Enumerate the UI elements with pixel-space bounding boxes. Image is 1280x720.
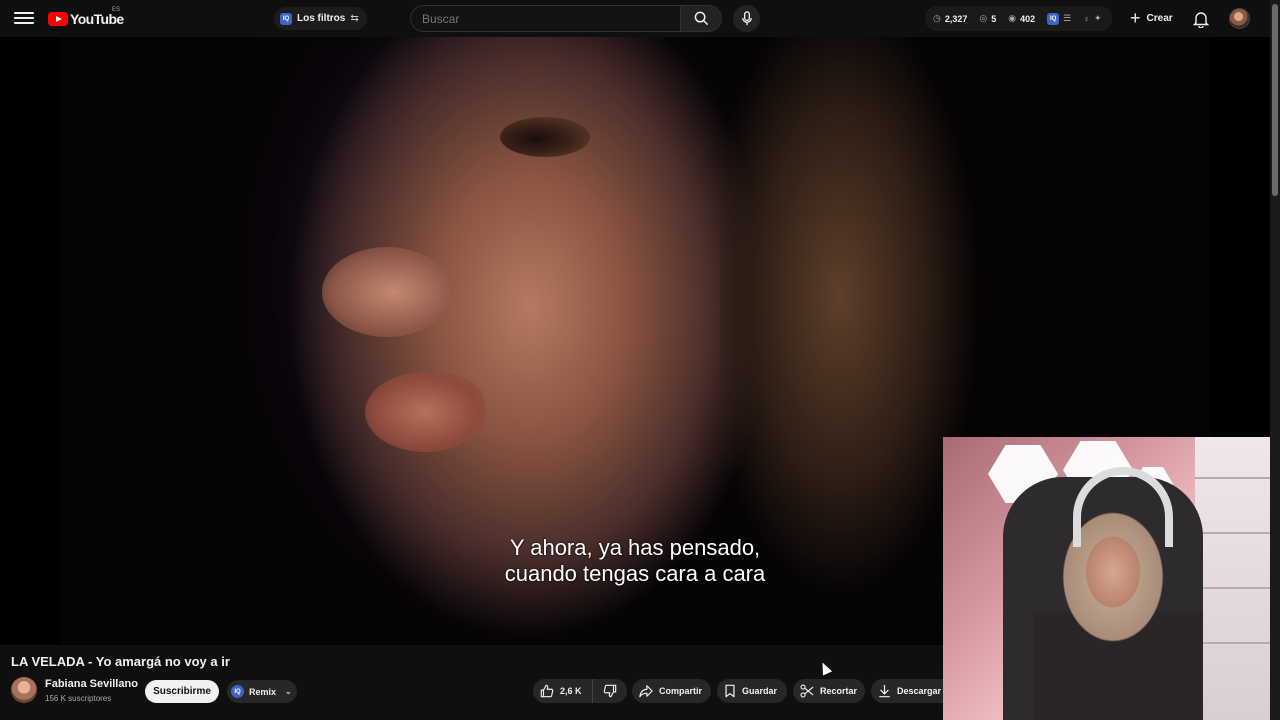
frame-nose (322, 247, 452, 337)
share-button[interactable]: Compartir (632, 679, 711, 703)
frame-eye (500, 117, 590, 157)
bookmark-icon (725, 684, 735, 698)
plus-icon: + (1130, 7, 1141, 28)
filters-label: Los filtros (297, 13, 346, 24)
iq-ext-icon[interactable]: IQ (1047, 12, 1060, 25)
scrollbar-thumb[interactable] (1272, 4, 1278, 196)
download-label: Descargar (897, 686, 942, 696)
frame-lips (365, 372, 485, 452)
download-icon (879, 684, 890, 698)
share-icon (639, 685, 653, 698)
country-code: ES (112, 7, 121, 13)
search-button[interactable] (680, 5, 722, 32)
remix-button[interactable]: IQ Remix ⌄ (227, 680, 297, 703)
remix-label: Remix (249, 686, 277, 697)
thumb-down-icon (603, 684, 617, 698)
tune-icon: ⇆ (350, 13, 359, 24)
create-button[interactable]: + Crear (1122, 6, 1181, 31)
views-icon: ◎ (979, 13, 988, 23)
chevron-down-icon[interactable]: ⌄ (285, 687, 292, 696)
stat-eye: 402 (1020, 13, 1036, 24)
bell-icon (1193, 11, 1209, 28)
clip-label: Recortar (820, 686, 858, 696)
sparkle-icon[interactable]: ✦ (1094, 13, 1102, 24)
webcam-shelf (1195, 437, 1280, 720)
search-input[interactable] (410, 5, 681, 32)
save-button[interactable]: Guardar (717, 679, 787, 703)
mouse-cursor (817, 660, 833, 676)
menu-icon[interactable] (14, 9, 34, 29)
voice-search-button[interactable] (733, 5, 760, 32)
stat-views: 5 (991, 13, 997, 24)
mic-icon (741, 11, 752, 26)
notifications-button[interactable] (1190, 8, 1212, 30)
top-bar: YouTube ES IQ Los filtros ⇆ ◷ 2,327 ◎ 5 … (0, 0, 1270, 37)
subscriber-count: 156 K suscriptores (45, 694, 112, 703)
create-label: Crear (1146, 13, 1173, 24)
account-avatar[interactable] (1229, 8, 1250, 29)
channel-avatar[interactable] (11, 677, 37, 703)
stat-time: 2,327 (944, 13, 968, 24)
eye-icon: ◉ (1008, 13, 1017, 23)
like-button[interactable]: 2,6 K (533, 679, 593, 703)
award-icon[interactable]: ♀ (1083, 14, 1090, 24)
iq-badge: IQ (280, 12, 292, 25)
share-label: Compartir (659, 686, 703, 696)
clip-button[interactable]: Recortar (793, 679, 865, 703)
scissors-icon (800, 684, 814, 698)
youtube-logo-icon (48, 12, 68, 26)
page-scrollbar[interactable] (1270, 0, 1280, 720)
save-label: Guardar (742, 686, 778, 696)
list-icon[interactable]: ☰ (1063, 13, 1071, 24)
iq-badge: IQ (231, 685, 244, 698)
webcam-overlay (943, 437, 1280, 720)
channel-name[interactable]: Fabiana Sevillano (45, 678, 138, 690)
download-button[interactable]: Descargar (871, 679, 943, 703)
thumb-up-icon (540, 684, 554, 698)
logo-text: YouTube (70, 11, 124, 27)
video-title: LA VELADA - Yo amargá no voy a ir (11, 654, 230, 669)
like-count: 2,6 K (560, 686, 582, 696)
dislike-button[interactable] (593, 679, 627, 703)
filters-button[interactable]: IQ Los filtros ⇆ (274, 7, 367, 30)
clock-icon: ◷ (933, 13, 941, 23)
subscribe-button[interactable]: Suscribirme (145, 680, 219, 703)
search-icon (694, 11, 708, 26)
extension-stats[interactable]: ◷ 2,327 ◎ 5 ◉ 402 IQ ☰ ♀ ✦ (925, 6, 1112, 31)
